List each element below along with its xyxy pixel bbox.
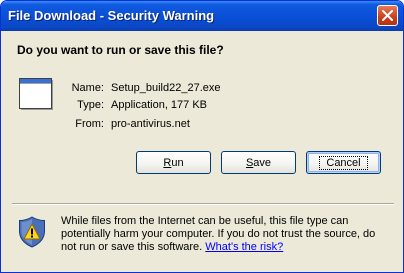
file-source-row: From: pro-antivirus.net	[4, 118, 304, 132]
file-source-label: From:	[75, 118, 104, 130]
close-icon	[382, 10, 393, 21]
whats-the-risk-link[interactable]: What's the risk?	[205, 241, 283, 253]
cancel-button[interactable]: Cancel	[306, 151, 381, 174]
security-warning-dialog: File Download - Security Warning Do you …	[0, 0, 404, 273]
save-button-label: Save	[245, 156, 272, 169]
file-name-label: Name:	[71, 82, 104, 94]
prompt-question: Do you want to run or save this file?	[17, 43, 224, 57]
dialog-body: Do you want to run or save this file? Na…	[4, 31, 400, 271]
close-button[interactable]	[377, 5, 398, 26]
window-title: File Download - Security Warning	[8, 8, 215, 23]
file-source-value: pro-antivirus.net	[111, 118, 190, 130]
file-name-value: Setup_build22_27.exe	[111, 82, 221, 94]
divider	[12, 203, 394, 205]
file-type-label: Type:	[77, 99, 104, 111]
file-name-row: Name: Setup_build22_27.exe	[4, 82, 304, 96]
save-button[interactable]: Save	[221, 151, 296, 174]
file-type-value: Application, 177 KB	[111, 99, 208, 111]
security-warning-message: While files from the Internet can be use…	[61, 215, 391, 254]
file-type-row: Type: Application, 177 KB	[4, 99, 304, 113]
security-shield-icon	[19, 216, 45, 248]
cancel-button-label: Cancel	[319, 155, 368, 170]
title-bar[interactable]: File Download - Security Warning	[1, 1, 403, 31]
run-button-label: Run	[163, 156, 184, 169]
run-button[interactable]: Run	[136, 151, 211, 174]
